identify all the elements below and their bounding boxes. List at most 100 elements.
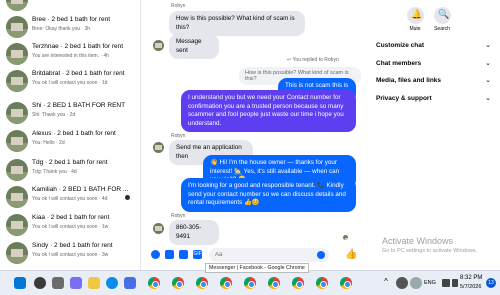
mute-button[interactable]: 🔔 bbox=[407, 7, 424, 24]
conversation-name: Terzhnae · 2 bed 1 bath for rent bbox=[32, 43, 124, 50]
reply-note: ↩ You replied to Robyn bbox=[287, 57, 339, 63]
sender-name: Robyn bbox=[171, 3, 186, 9]
message-input[interactable] bbox=[209, 248, 329, 262]
section-media-files-links[interactable]: Media, files and links ⌄ bbox=[376, 77, 491, 84]
conversation-list: Bree · 2 bed 1 bath for rent Bree: Okay … bbox=[0, 0, 141, 270]
chrome-icon[interactable] bbox=[292, 277, 304, 289]
photo-icon[interactable] bbox=[165, 250, 174, 259]
mute-label: Mute bbox=[409, 26, 421, 32]
avatar bbox=[6, 70, 28, 92]
conversation-preview: You are interested in this item. · 4h bbox=[32, 53, 110, 59]
mic-icon[interactable] bbox=[151, 250, 160, 259]
teams-icon[interactable] bbox=[70, 277, 82, 289]
conversation-name: Alexus · 2 bed 1 bath for rent bbox=[32, 130, 116, 137]
section-label: Privacy & support bbox=[376, 95, 432, 102]
bell-icon: 🔔 bbox=[411, 9, 423, 19]
clock-date[interactable]: 5/7/2026 bbox=[460, 284, 481, 290]
task-view-icon[interactable] bbox=[52, 277, 64, 289]
reply-note-text: You replied to Robyn bbox=[292, 57, 339, 63]
conversation-preview: Tdg: Thank you · 4d bbox=[32, 169, 77, 175]
conversation-preview: You ok I will contact you soon · 3w bbox=[32, 252, 109, 258]
chevron-down-icon: ⌄ bbox=[485, 42, 491, 49]
activate-windows-title: Activate Windows bbox=[382, 236, 454, 246]
section-label: Customize chat bbox=[376, 42, 425, 49]
avatar bbox=[6, 16, 28, 38]
section-customize-chat[interactable]: Customize chat ⌄ bbox=[376, 42, 491, 49]
wifi-icon[interactable] bbox=[442, 279, 450, 287]
volume-icon[interactable] bbox=[452, 279, 458, 287]
incoming-message[interactable]: 860-305-9491 bbox=[169, 220, 219, 245]
sender-name: Robyn bbox=[171, 133, 186, 139]
conversation-preview: Shi: Thank you · 2d bbox=[32, 112, 76, 118]
chrome-icon[interactable] bbox=[340, 277, 352, 289]
search-button[interactable]: 🔍 bbox=[434, 7, 451, 24]
conversation-preview: You ok I will contact you soon · 1w bbox=[32, 224, 109, 230]
chrome-icon[interactable] bbox=[196, 277, 208, 289]
avatar bbox=[6, 159, 28, 181]
conversation-name: Kamiliah · 2 BED 1 BATH FOR ... bbox=[32, 186, 129, 193]
conversation-name: Shi · 2 BED 1 BATH FOR RENT bbox=[32, 102, 126, 109]
chat-thread: Robyn How is this possible? What kind of… bbox=[141, 0, 361, 270]
sender-avatar bbox=[153, 223, 164, 234]
conversation-preview: You ok I will contact you soon · 1d bbox=[32, 80, 108, 86]
section-chat-members[interactable]: Chat members ⌄ bbox=[376, 60, 491, 67]
sender-avatar bbox=[153, 142, 164, 153]
conversation-item[interactable]: Sindy · 2 bed 1 bath for rent You ok I w… bbox=[0, 239, 140, 270]
store-icon[interactable] bbox=[124, 277, 136, 289]
windows-start-icon[interactable] bbox=[14, 277, 26, 289]
chrome-icon[interactable] bbox=[148, 277, 160, 289]
file-explorer-icon[interactable] bbox=[88, 277, 100, 289]
section-label: Chat members bbox=[376, 60, 422, 67]
language-indicator[interactable]: ENG bbox=[424, 280, 436, 286]
chrome-icon[interactable] bbox=[316, 277, 328, 289]
search-icon: 🔍 bbox=[438, 9, 450, 19]
conversation-item[interactable]: Alexus · 2 bed 1 bath for rent You: Hell… bbox=[0, 127, 140, 159]
avatar bbox=[6, 102, 28, 124]
conversation-preview: You ok I will contact you soon · 4d bbox=[32, 196, 108, 202]
avatar bbox=[6, 0, 28, 11]
chevron-up-icon[interactable]: ^ bbox=[380, 277, 392, 289]
outgoing-message[interactable]: I'm looking for a good and responsible t… bbox=[181, 178, 356, 212]
chrome-icon[interactable] bbox=[244, 277, 256, 289]
outgoing-message[interactable]: I understand you but we need your Contac… bbox=[181, 90, 356, 132]
activate-windows-subtitle: Go to PC settings to activate Windows. bbox=[382, 248, 478, 254]
chat-info-panel: 🔔 Mute 🔍 Search Customize chat ⌄ Chat me… bbox=[365, 0, 500, 270]
sender-avatar bbox=[153, 40, 164, 51]
seen-avatar bbox=[343, 235, 348, 240]
chrome-icon[interactable] bbox=[172, 277, 184, 289]
notification-badge[interactable]: 13 bbox=[486, 278, 496, 288]
incoming-message[interactable]: Message sent bbox=[169, 34, 219, 59]
search-taskbar-icon[interactable] bbox=[34, 277, 46, 289]
thumbs-up-icon[interactable]: 👍 bbox=[345, 249, 357, 260]
conversation-name: Britdabrat · 2 bed 1 bath for rent bbox=[32, 70, 125, 77]
section-label: Media, files and links bbox=[376, 77, 442, 84]
avatar bbox=[6, 214, 28, 236]
taskbar-tooltip: Messenger | Facebook - Google Chrome bbox=[205, 263, 309, 273]
sticker-icon[interactable] bbox=[179, 250, 188, 259]
camera-icon[interactable] bbox=[410, 277, 422, 289]
section-privacy-support[interactable]: Privacy & support ⌄ bbox=[376, 95, 491, 102]
chrome-icon[interactable] bbox=[220, 277, 232, 289]
sender-name: Robyn bbox=[171, 213, 186, 219]
gif-icon[interactable]: GIF bbox=[193, 250, 202, 259]
conversation-name: Tdg · 2 bed 1 bath for rent bbox=[32, 159, 108, 166]
incoming-message[interactable]: How is this possible? What kind of scam … bbox=[169, 11, 305, 36]
conversation-name: Kiaa · 2 bed 1 bath for rent bbox=[32, 214, 110, 221]
chevron-down-icon: ⌄ bbox=[485, 95, 491, 102]
conversation-item[interactable]: Britdabrat · 2 bed 1 bath for rent You o… bbox=[0, 67, 140, 99]
chevron-down-icon: ⌄ bbox=[485, 60, 491, 67]
chevron-down-icon: ⌄ bbox=[485, 77, 491, 84]
conversation-name: Sindy · 2 bed 1 bath for rent bbox=[32, 242, 113, 249]
edge-icon[interactable] bbox=[106, 277, 118, 289]
avatar bbox=[6, 130, 28, 152]
search-label: Search bbox=[434, 26, 450, 32]
printer-icon[interactable] bbox=[396, 277, 408, 289]
avatar bbox=[6, 186, 28, 208]
conversation-name: Bree · 2 bed 1 bath for rent bbox=[32, 16, 111, 23]
emoji-icon[interactable] bbox=[317, 251, 325, 259]
windows-taskbar: ^ ENG 8:32 PM 5/7/2026 13 bbox=[0, 270, 500, 295]
chrome-icon[interactable] bbox=[268, 277, 280, 289]
clock-time[interactable]: 8:32 PM bbox=[460, 275, 482, 281]
conversation-preview: You: Hello · 2d bbox=[32, 140, 65, 146]
avatar bbox=[6, 242, 28, 264]
